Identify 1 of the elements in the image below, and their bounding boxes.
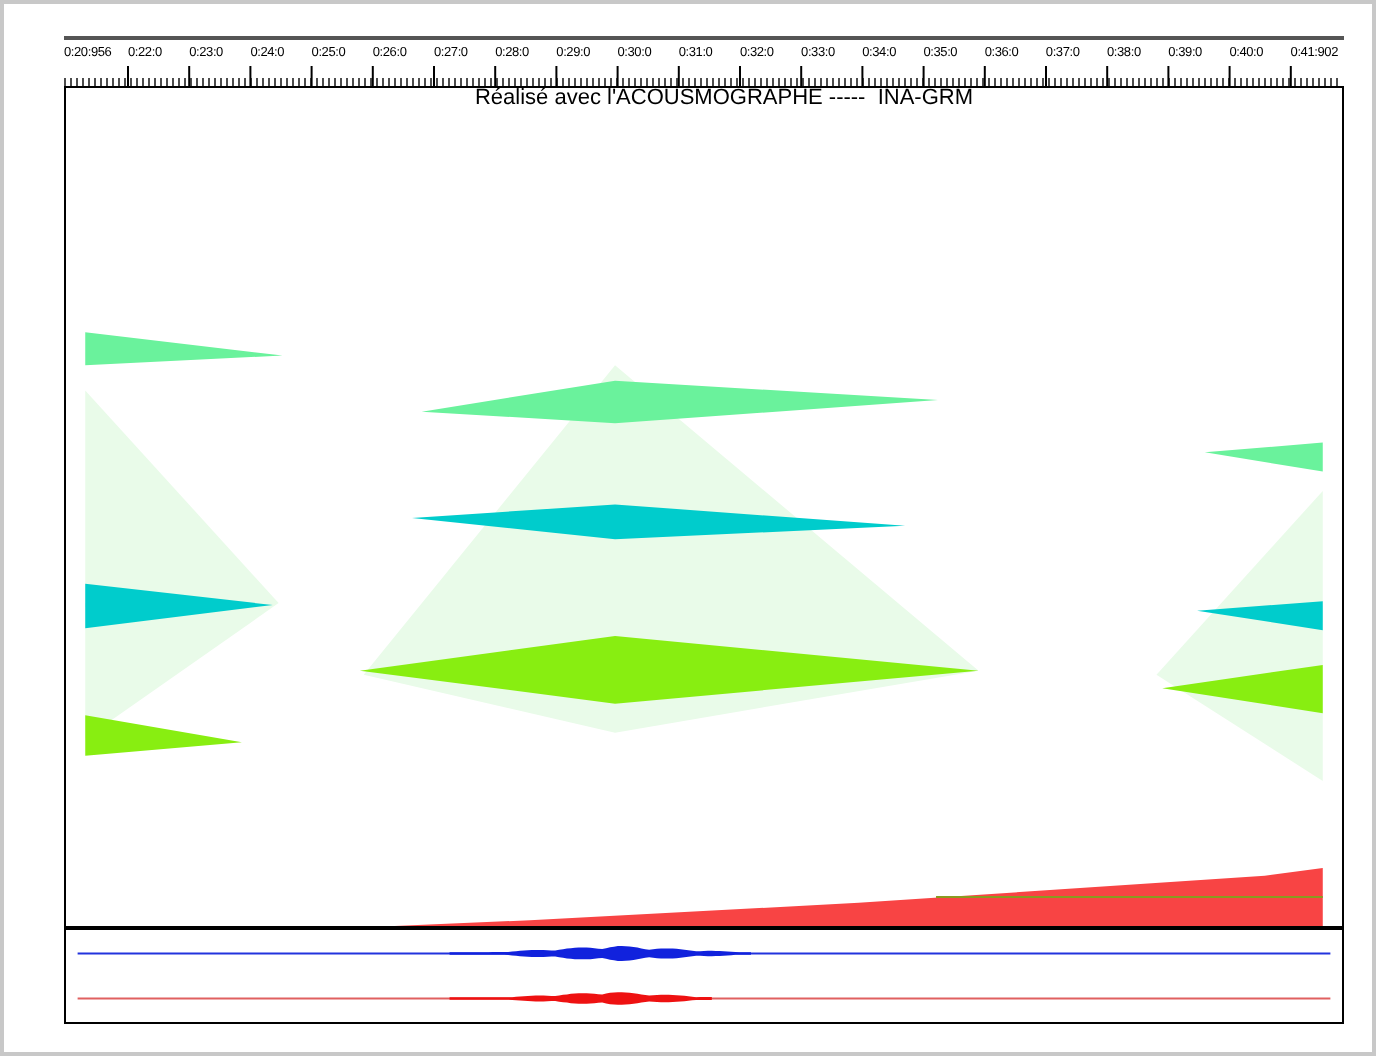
credit-text: Réalisé avec l'ACOUSMOGRAPHE ----- INA-GRM xyxy=(474,86,973,110)
